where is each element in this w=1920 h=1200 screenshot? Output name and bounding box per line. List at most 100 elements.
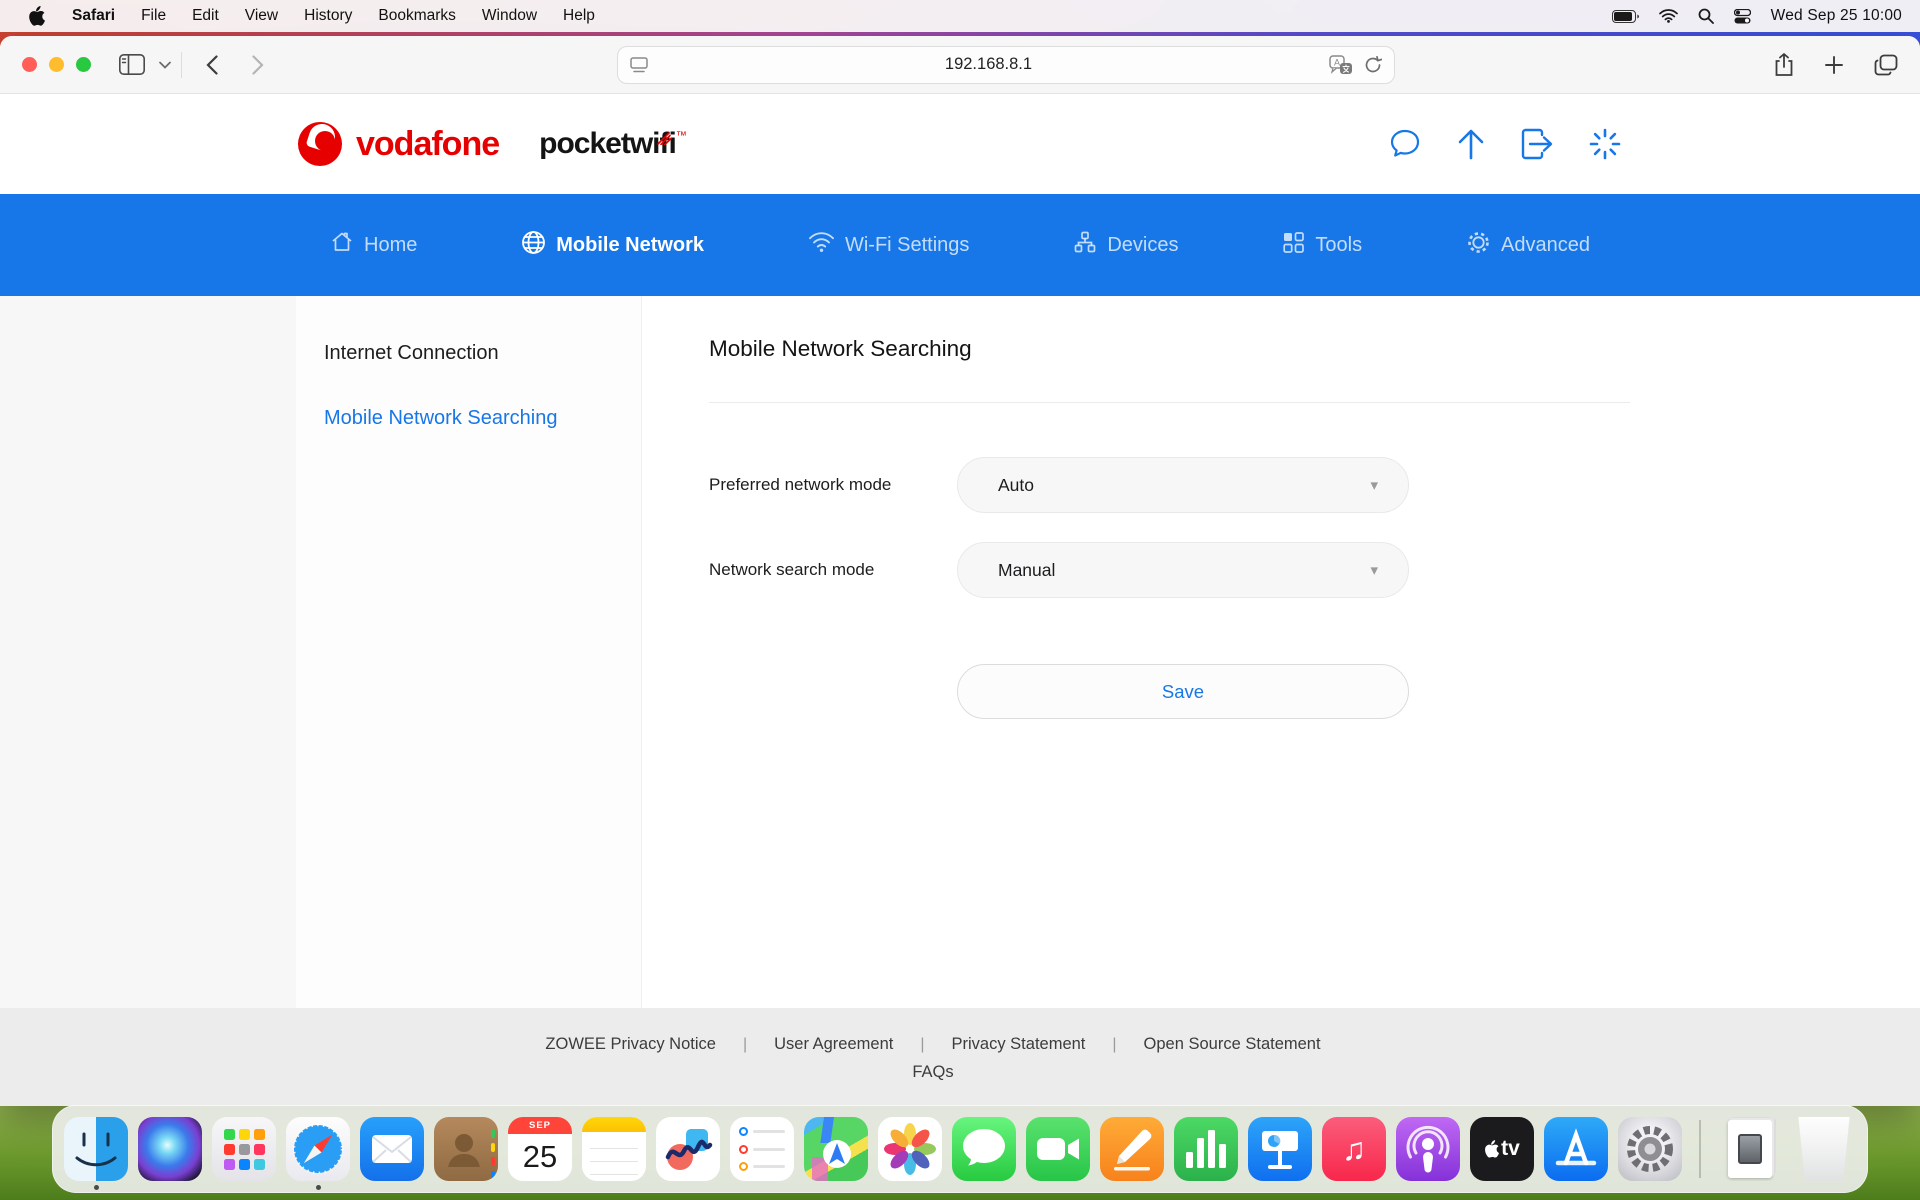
dock-documents-stack[interactable] [1717,1117,1783,1181]
menu-edit[interactable]: Edit [179,7,232,25]
finder-icon [64,1117,128,1181]
footer-link-faqs[interactable]: FAQs [0,1063,1893,1082]
dock-podcasts[interactable] [1395,1117,1461,1181]
footer-link-privacy-notice[interactable]: ZOWEE Privacy Notice [518,1035,743,1054]
tabs-overview-icon[interactable] [1874,54,1898,76]
site-footer: ZOWEE Privacy Notice | User Agreement | … [0,1008,1920,1106]
nav-tools-label: Tools [1315,233,1363,256]
sidebar-chevron-down-icon[interactable] [159,61,171,69]
tv-label: tv [1501,1137,1520,1160]
music-icon: ♫ [1322,1117,1386,1181]
nav-tools[interactable]: Tools [1282,231,1362,260]
menu-file[interactable]: File [128,7,179,25]
music-note-glyph: ♫ [1342,1130,1366,1167]
dock-siri[interactable] [137,1117,203,1181]
wifi-icon[interactable] [1658,9,1678,23]
window-zoom-button[interactable] [76,57,91,72]
dock-safari[interactable] [285,1117,351,1190]
sidebar-toggle-icon[interactable] [119,54,145,75]
page-content: Internet Connection Mobile Network Searc… [0,296,1920,1008]
dock-keynote[interactable] [1247,1117,1313,1181]
dock-calendar[interactable]: SEP 25 [507,1117,573,1181]
menu-clock[interactable]: Wed Sep 25 10:00 [1771,7,1902,25]
upload-icon[interactable] [1456,127,1486,161]
sidebar-item-mobile-network-searching[interactable]: Mobile Network Searching [324,407,641,430]
messages-icon [952,1117,1016,1181]
apple-menu-icon[interactable] [28,6,45,26]
dock-system-settings[interactable] [1617,1117,1683,1181]
dock-numbers[interactable] [1173,1117,1239,1181]
maps-icon [804,1117,868,1181]
network-search-mode-select[interactable]: Manual ▾ [957,542,1409,598]
siri-icon [138,1117,202,1181]
menu-bookmarks[interactable]: Bookmarks [365,7,469,25]
dock-contacts[interactable] [433,1117,499,1181]
dock-app-store[interactable] [1543,1117,1609,1181]
nav-mobile-network[interactable]: Mobile Network [521,230,704,261]
menu-view[interactable]: View [232,7,291,25]
svg-text:A: A [1334,57,1340,67]
vodafone-speechmark-icon [298,122,342,166]
url-text[interactable]: 192.168.8.1 [648,55,1329,74]
facetime-icon [1026,1117,1090,1181]
window-minimize-button[interactable] [49,57,64,72]
dock-facetime[interactable] [1025,1117,1091,1181]
footer-link-user-agreement[interactable]: User Agreement [747,1035,920,1054]
dock-reminders[interactable] [729,1117,795,1181]
logout-icon[interactable] [1520,128,1554,160]
devices-icon [1073,230,1097,260]
home-icon [330,230,354,260]
vodafone-wordmark: vodafone [356,124,500,163]
new-tab-icon[interactable] [1824,55,1844,75]
sidebar-item-internet-connection[interactable]: Internet Connection [324,342,641,365]
dock-messages[interactable] [951,1117,1017,1181]
nav-advanced[interactable]: Advanced [1466,230,1590,261]
notes-icon [582,1117,646,1181]
dock-launchpad[interactable] [211,1117,277,1181]
control-center-icon[interactable] [1733,8,1751,24]
nav-home[interactable]: Home [330,230,417,260]
menu-history[interactable]: History [291,7,365,25]
save-button[interactable]: Save [957,664,1409,719]
dock-trash[interactable] [1791,1117,1857,1181]
nav-mobile-network-label: Mobile Network [556,233,705,256]
trademark: ™ [675,130,687,142]
tv-icon: tv [1470,1117,1534,1181]
menu-app-name[interactable]: Safari [59,7,128,25]
back-button-icon[interactable] [206,54,218,75]
dock-photos[interactable] [877,1117,943,1181]
form-row-preferred-network-mode: Preferred network mode Auto ▾ [709,457,1630,513]
share-icon[interactable] [1774,52,1794,77]
preferred-network-mode-select[interactable]: Auto ▾ [957,457,1409,513]
vodafone-logo: vodafone pocketwifi ™ [298,119,687,166]
dock-mail[interactable] [359,1117,425,1181]
window-close-button[interactable] [22,57,37,72]
menu-window[interactable]: Window [469,7,550,25]
forward-button-icon[interactable] [252,54,264,75]
dock-tv[interactable]: tv [1469,1117,1535,1181]
translate-icon[interactable]: A [1329,54,1353,75]
address-bar[interactable]: 192.168.8.1 A [617,45,1395,84]
nav-devices[interactable]: Devices [1073,230,1178,260]
dock-notes[interactable] [581,1117,647,1181]
dock-music[interactable]: ♫ [1321,1117,1387,1181]
dock: SEP 25 ♫ tv [52,1105,1868,1193]
search-icon[interactable] [1698,8,1714,24]
page-viewer-icon[interactable] [630,56,648,73]
footer-link-open-source[interactable]: Open Source Statement [1117,1035,1348,1054]
dock-finder[interactable] [63,1117,129,1190]
product-prefix: pocket [539,127,631,160]
battery-icon[interactable] [1611,9,1639,23]
nav-wifi-settings[interactable]: Wi-Fi Settings [808,231,969,259]
signal-arcs-icon [656,119,672,153]
chevron-down-icon: ▾ [1370,477,1378,494]
menu-help[interactable]: Help [550,7,608,25]
dock-pages[interactable] [1099,1117,1165,1181]
dock-maps[interactable] [803,1117,869,1181]
primary-nav: Home Mobile Network Wi-Fi Settings Devic… [0,194,1920,296]
main-panel: Mobile Network Searching Preferred netwo… [642,296,1920,1008]
chat-icon[interactable] [1388,128,1422,160]
footer-link-privacy-statement[interactable]: Privacy Statement [925,1035,1113,1054]
dock-freeform[interactable] [655,1117,721,1181]
reload-icon[interactable] [1365,55,1382,74]
